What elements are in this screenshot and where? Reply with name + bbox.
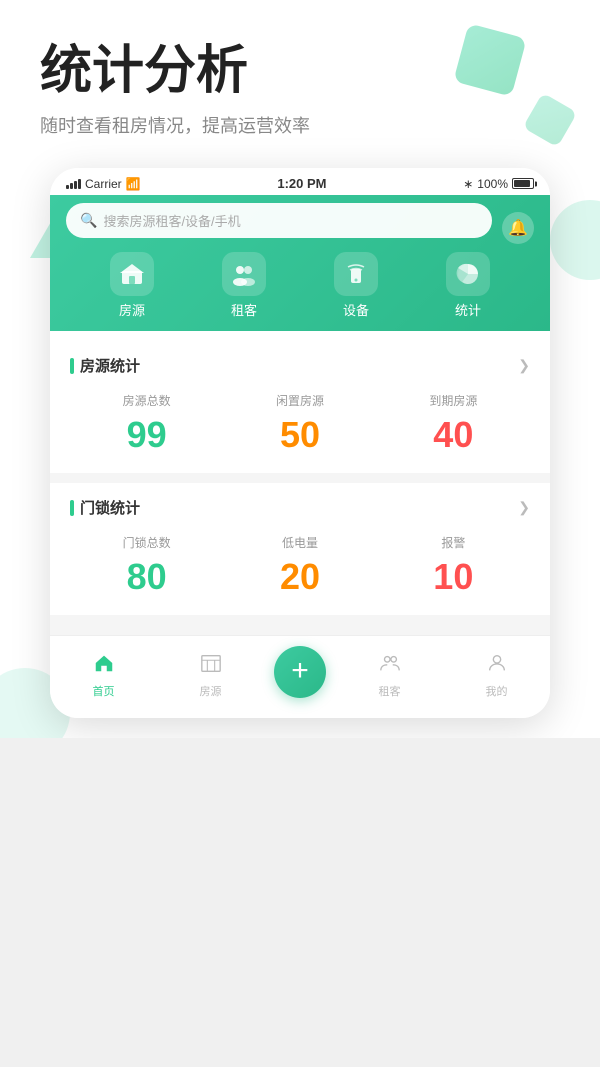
room-expired-value: 40	[377, 417, 530, 453]
bottom-nav-add[interactable]: +	[274, 646, 326, 704]
lock-stats-title: 门锁统计	[70, 497, 140, 518]
lock-low-battery-value: 20	[223, 559, 376, 595]
tenant-nav-label: 租客	[379, 683, 401, 699]
phone-mockup: Carrier 📶 1:20 PM ∗ 100%	[50, 168, 550, 718]
status-right: ∗ 100%	[463, 177, 534, 191]
lock-stats-card: 门锁统计 ❯ 门锁总数 80 低电量 20	[50, 483, 550, 615]
app-header: 🔍 搜索房源租客/设备/手机 🔔	[50, 195, 550, 331]
battery-fill	[514, 180, 530, 187]
bottom-nav-mine[interactable]: 我的	[443, 652, 550, 699]
status-left: Carrier 📶	[66, 177, 141, 191]
notification-bell[interactable]: 🔔	[502, 212, 534, 244]
lock-total-label: 门锁总数	[70, 534, 223, 551]
home-icon	[93, 652, 115, 680]
content-spacer	[50, 615, 550, 635]
nav-icon-house[interactable]: 房源	[110, 252, 154, 319]
nav-icon-tenant[interactable]: 租客	[222, 252, 266, 319]
phone-frame: Carrier 📶 1:20 PM ∗ 100%	[50, 168, 550, 718]
lock-alarm-value: 10	[377, 559, 530, 595]
status-bar: Carrier 📶 1:20 PM ∗ 100%	[50, 168, 550, 195]
lock-title-accent-bar	[70, 500, 74, 516]
nav-label-tenant: 租客	[231, 300, 257, 319]
lock-total: 门锁总数 80	[70, 534, 223, 595]
room-expired-label: 到期房源	[377, 392, 530, 409]
battery-icon	[512, 178, 534, 189]
lock-alarm-label: 报警	[377, 534, 530, 551]
room-idle-label: 闲置房源	[223, 392, 376, 409]
nav-label-stats: 统计	[455, 300, 481, 319]
content-area: 房源统计 ❯ 房源总数 99 闲置房源 50	[50, 341, 550, 635]
lock-total-value: 80	[70, 559, 223, 595]
room-stats-title: 房源统计	[70, 355, 140, 376]
property-icon	[200, 652, 222, 680]
bottom-nav: 首页 房源	[50, 635, 550, 718]
room-stats-chevron[interactable]: ❯	[518, 357, 530, 374]
page-subtitle: 随时查看租房情况，提高运营效率	[40, 112, 560, 138]
lock-alarm: 报警 10	[377, 534, 530, 595]
nav-label-house: 房源	[119, 300, 145, 319]
header-nav-icons: 房源 租客	[66, 252, 534, 319]
nav-icon-stats[interactable]: 统计	[446, 252, 490, 319]
lock-stats-row: 门锁总数 80 低电量 20 报警 10	[70, 534, 530, 595]
bottom-nav-home[interactable]: 首页	[50, 652, 157, 699]
lock-low-battery-label: 低电量	[223, 534, 376, 551]
room-idle-value: 50	[223, 417, 376, 453]
bottom-nav-tenant[interactable]: 租客	[336, 652, 443, 699]
room-stats-header: 房源统计 ❯	[70, 355, 530, 376]
carrier-label: Carrier	[85, 177, 122, 191]
bottom-nav-property[interactable]: 房源	[157, 652, 264, 699]
room-total-label: 房源总数	[70, 392, 223, 409]
mine-icon	[486, 652, 508, 680]
lock-low-battery: 低电量 20	[223, 534, 376, 595]
time-display: 1:20 PM	[277, 176, 326, 191]
mine-label: 我的	[486, 683, 508, 699]
search-icon: 🔍	[80, 212, 97, 229]
room-total-value: 99	[70, 417, 223, 453]
deco-circle-right	[550, 200, 600, 280]
tenant-icon	[222, 252, 266, 296]
lock-stats-chevron[interactable]: ❯	[518, 499, 530, 516]
plus-icon: +	[291, 656, 309, 686]
room-stats-row: 房源总数 99 闲置房源 50 到期房源 40	[70, 392, 530, 453]
search-bar[interactable]: 🔍 搜索房源租客/设备/手机	[66, 203, 492, 238]
nav-label-device: 设备	[343, 300, 369, 319]
battery-percent: 100%	[477, 177, 508, 191]
home-label: 首页	[93, 683, 115, 699]
signal-icon	[66, 179, 81, 189]
wifi-icon: 📶	[126, 177, 141, 191]
house-icon	[110, 252, 154, 296]
bluetooth-icon: ∗	[463, 177, 473, 191]
search-placeholder: 搜索房源租客/设备/手机	[103, 211, 478, 230]
nav-icon-device[interactable]: 设备	[334, 252, 378, 319]
title-accent-bar	[70, 358, 74, 374]
room-expired: 到期房源 40	[377, 392, 530, 453]
room-total: 房源总数 99	[70, 392, 223, 453]
add-button[interactable]: +	[274, 646, 326, 698]
room-stats-card: 房源统计 ❯ 房源总数 99 闲置房源 50	[50, 341, 550, 473]
tenant-nav-icon	[379, 652, 401, 680]
property-label: 房源	[200, 683, 222, 699]
hero-section: 统计分析 随时查看租房情况，提高运营效率 Carrier 📶	[0, 0, 600, 738]
device-icon	[334, 252, 378, 296]
lock-stats-header: 门锁统计 ❯	[70, 497, 530, 518]
room-idle: 闲置房源 50	[223, 392, 376, 453]
stats-icon	[446, 252, 490, 296]
